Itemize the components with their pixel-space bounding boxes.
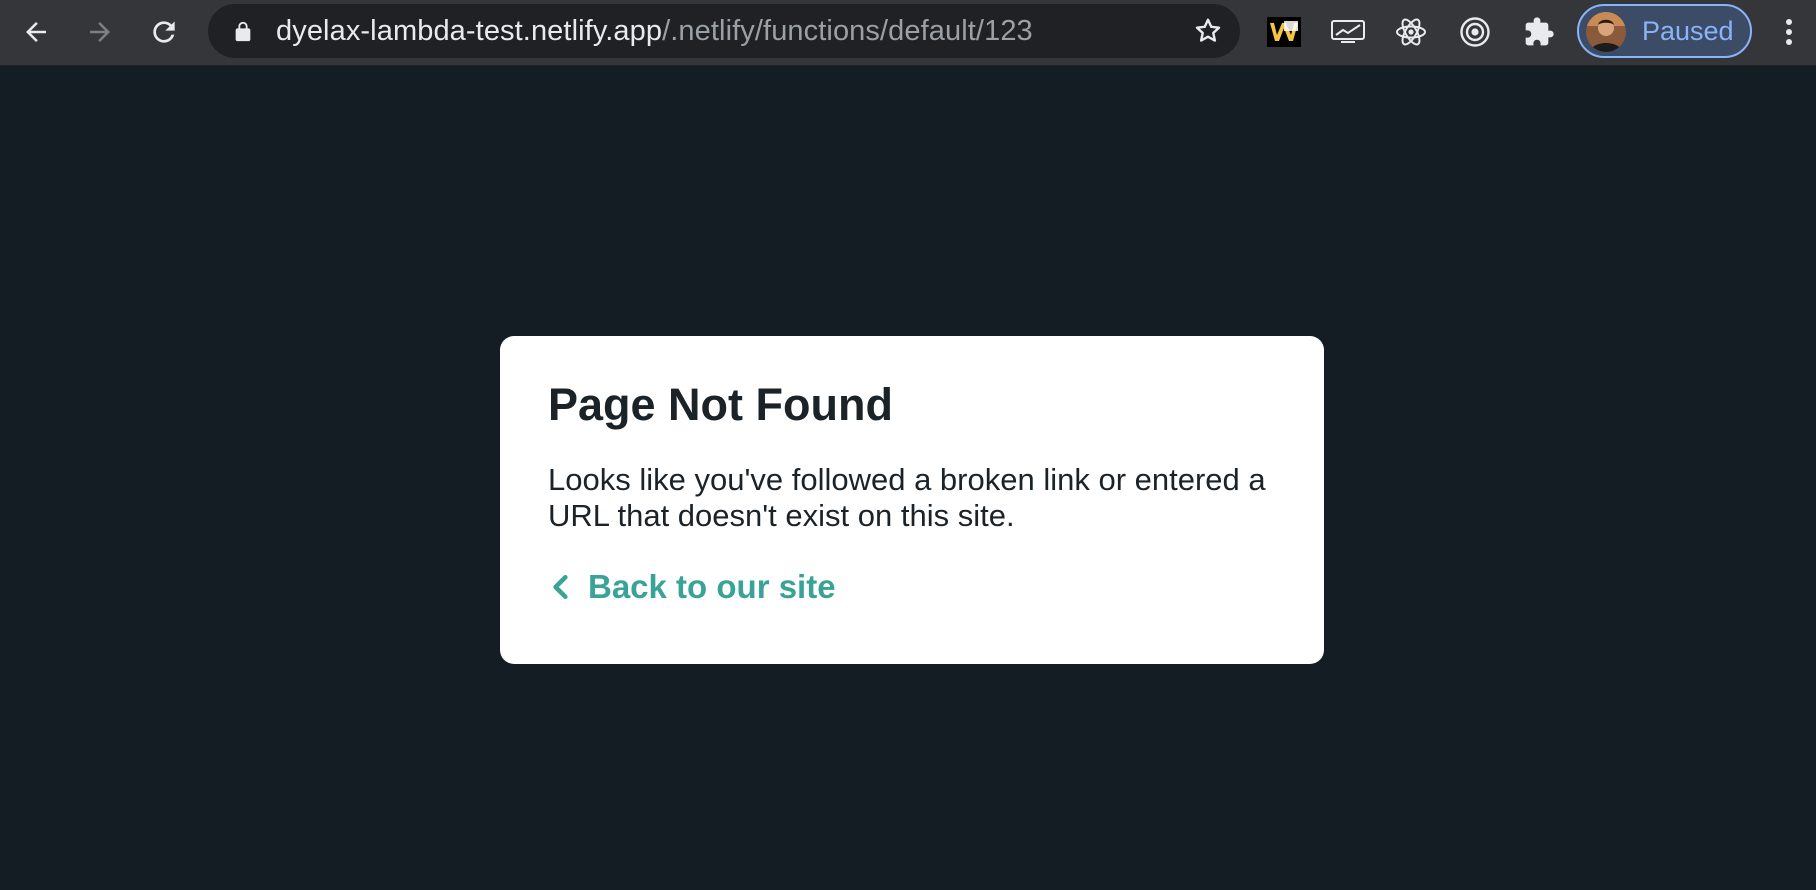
back-to-site-label: Back to our site: [588, 568, 836, 605]
w-extension-icon: [1267, 17, 1301, 47]
not-found-card: Page Not Found Looks like you've followe…: [500, 336, 1324, 664]
profile-button[interactable]: Paused: [1577, 4, 1752, 58]
avatar-icon: [1586, 12, 1626, 52]
kebab-menu-icon: [1786, 19, 1792, 45]
extensions-button[interactable]: [1520, 13, 1558, 51]
star-icon[interactable]: [1192, 15, 1224, 47]
browser-toolbar: dyelax-lambda-test.netlify.app/.netlify/…: [0, 0, 1816, 66]
arrow-right-icon: [90, 22, 110, 42]
forward-button[interactable]: [78, 10, 122, 54]
arrow-left-icon: [26, 22, 46, 42]
back-to-site-link[interactable]: Back to our site: [548, 570, 836, 603]
error-message: Looks like you've followed a broken link…: [548, 462, 1266, 533]
avatar: [1586, 12, 1626, 52]
reload-icon: [153, 21, 175, 43]
react-devtools-button[interactable]: [1392, 13, 1430, 51]
screen-extension-button[interactable]: [1329, 13, 1367, 51]
page-title: Page Not Found: [548, 379, 893, 430]
w-extension-button[interactable]: [1265, 13, 1303, 51]
target-extension-button[interactable]: [1456, 13, 1494, 51]
react-devtools-icon: [1396, 18, 1426, 46]
screen-extension-icon: [1331, 20, 1365, 43]
back-button[interactable]: [14, 10, 58, 54]
url-text[interactable]: dyelax-lambda-test.netlify.app/.netlify/…: [276, 4, 1033, 58]
profile-status-label: Paused: [1642, 16, 1734, 46]
target-extension-icon: [1460, 17, 1490, 47]
chevron-left-icon: [553, 574, 568, 599]
puzzle-icon: [1525, 17, 1554, 46]
address-bar[interactable]: dyelax-lambda-test.netlify.app/.netlify/…: [208, 4, 1240, 58]
url-host: dyelax-lambda-test.netlify.app: [276, 15, 663, 47]
lock-icon[interactable]: [232, 21, 254, 43]
browser-menu-button[interactable]: [1774, 13, 1804, 51]
url-path: /.netlify/functions/default/123: [662, 15, 1033, 47]
reload-button[interactable]: [142, 10, 186, 54]
